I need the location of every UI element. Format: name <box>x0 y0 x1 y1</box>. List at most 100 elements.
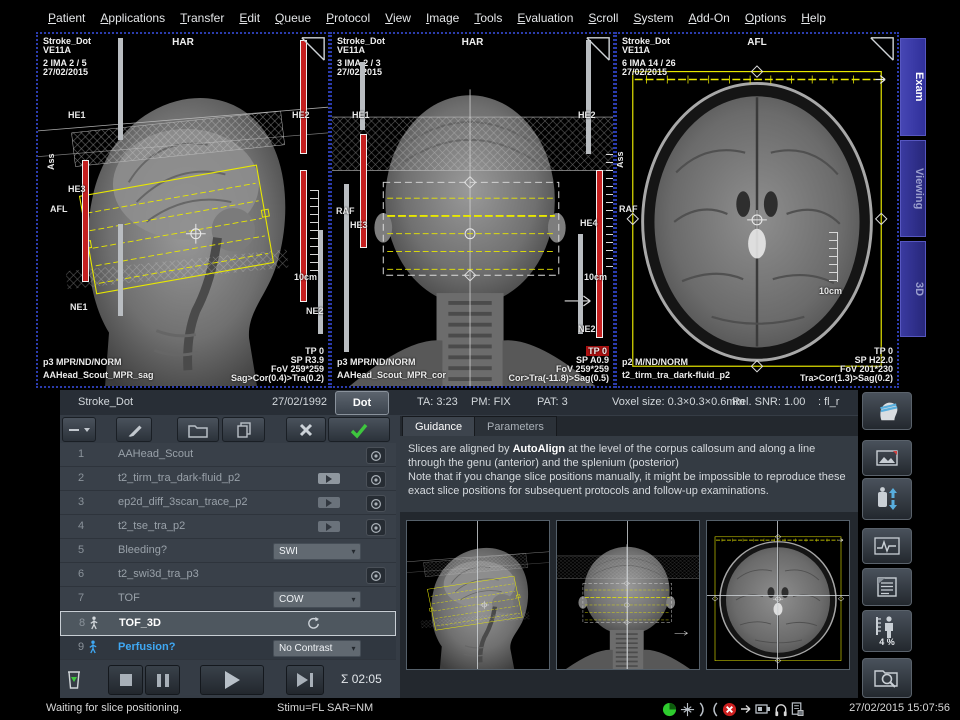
menu-item-protocol[interactable]: Protocol <box>326 11 370 25</box>
menu-item-add-on[interactable]: Add-On <box>688 11 729 25</box>
pause-icon <box>157 674 161 687</box>
head-coil-icon <box>874 398 900 424</box>
geometry-info: TP 0SP H22.0 FoV 201*230Tra>Cor(1.3)>Sag… <box>800 347 893 383</box>
contrast-dropdown[interactable]: SWI▾ <box>273 543 361 560</box>
crosshair-horizontal <box>707 595 849 596</box>
menu-item-system[interactable]: System <box>633 11 673 25</box>
corner-fold-icon[interactable] <box>300 36 326 62</box>
menu-item-options[interactable]: Options <box>745 11 786 25</box>
physio-display-button[interactable] <box>862 528 912 564</box>
protocol-row-5[interactable]: 5Bleeding?SWI▾ <box>60 539 396 563</box>
corner-fold-icon[interactable] <box>585 36 611 62</box>
coil-label-he4: HE4 <box>580 218 598 228</box>
chevron-down-icon: ▾ <box>347 595 360 604</box>
copy-protocol-button[interactable] <box>222 417 265 442</box>
viewport-sagittal[interactable]: Stroke_DotVE11A 2 IMA 2 / 527/02/2015 HA… <box>36 32 330 388</box>
orientation-label: HAR <box>332 37 613 48</box>
guidance-thumbnail-coronal[interactable] <box>556 520 700 670</box>
viewport-coronal[interactable]: Stroke_DotVE11A 3 IMA 2 / 327/02/2015 HA… <box>330 32 615 388</box>
head-coil-button[interactable] <box>862 392 912 430</box>
ear-protection-right-icon <box>710 702 719 717</box>
geometry-info: TP 0SP R3.9 FoV 259*259Sag>Cor(0.4)>Tra(… <box>231 347 324 383</box>
coil-label-ass: Ass <box>615 151 625 168</box>
coil-bar <box>578 234 583 334</box>
queue-split-button[interactable] <box>62 417 96 442</box>
menu-item-scroll[interactable]: Scroll <box>588 11 618 25</box>
protocol-row-7[interactable]: 7TOFCOW▾ <box>60 587 396 611</box>
sar-monitor-button[interactable]: 4 % <box>862 610 912 652</box>
play-button[interactable] <box>200 665 264 695</box>
auto-copy-icon[interactable] <box>366 471 386 488</box>
series-info: p2 M/ND/NORMt2_tirm_tra_dark-fluid_p2 <box>622 356 730 382</box>
edit-protocol-button[interactable] <box>116 417 152 442</box>
patient-reposition-icon <box>874 486 900 512</box>
tab-3d[interactable]: 3D <box>900 241 926 337</box>
coil-bar-active <box>300 170 307 302</box>
browse-protocols-button[interactable] <box>862 658 912 698</box>
coil-label-ass: Ass <box>46 153 56 170</box>
menu-item-edit[interactable]: Edit <box>239 11 260 25</box>
thumb-image-sagittal <box>407 521 549 669</box>
contrast-dropdown[interactable]: No Contrast▾ <box>273 640 361 657</box>
protocol-row-4[interactable]: 4t2_tse_tra_p2 <box>60 515 396 539</box>
progress-spinner-icon <box>306 616 320 633</box>
cancel-button[interactable] <box>286 417 326 442</box>
auto-copy-icon[interactable] <box>366 447 386 464</box>
confirm-button[interactable] <box>328 417 390 442</box>
crosshair-vertical <box>477 521 478 669</box>
auto-copy-icon[interactable] <box>366 519 386 536</box>
protocol-name: t2_tirm_tra_dark-fluid_p2 <box>118 472 240 484</box>
menu-item-view[interactable]: View <box>385 11 411 25</box>
menu-item-image[interactable]: Image <box>426 11 459 25</box>
protocol-row-8[interactable]: 8TOF_3D <box>60 611 396 636</box>
dropdown-value: No Contrast <box>274 643 347 654</box>
corner-fold-icon[interactable] <box>869 36 895 62</box>
guidance-thumbnail-axial[interactable] <box>706 520 850 670</box>
menu-item-applications[interactable]: Applications <box>100 11 165 25</box>
protocol-row-6[interactable]: 6t2_swi3d_tra_p3 <box>60 563 396 587</box>
menu-item-evaluation[interactable]: Evaluation <box>517 11 573 25</box>
coil-label-10cm: 10cm <box>819 286 842 296</box>
status-icons <box>662 700 804 718</box>
geometry-info: TP 0 SP A0.9 FoV 259*259Cor>Tra(-11.8)>S… <box>508 347 609 383</box>
dot-engine-button[interactable]: Dot <box>335 391 389 415</box>
recycle-bin-button[interactable] <box>62 665 86 693</box>
orientation-label: AFL <box>617 37 897 48</box>
menu-item-transfer[interactable]: Transfer <box>180 11 224 25</box>
headset-icon <box>774 702 788 717</box>
open-folder-button[interactable] <box>177 417 219 442</box>
play-icon <box>225 671 240 689</box>
status-message: Waiting for slice positioning. <box>46 702 182 714</box>
tab-parameters[interactable]: Parameters <box>474 416 557 437</box>
protocol-toolbar <box>60 416 396 442</box>
patient-position-button[interactable] <box>862 478 912 520</box>
tab-guidance[interactable]: Guidance <box>402 416 475 437</box>
pause-button[interactable] <box>145 665 180 695</box>
menu-item-queue[interactable]: Queue <box>275 11 311 25</box>
auto-copy-icon[interactable] <box>366 567 386 584</box>
tab-viewing[interactable]: Viewing <box>900 140 926 237</box>
protocol-row-1[interactable]: 1AAHead_Scout <box>60 443 396 467</box>
mri-console-screen: Patient Applications Transfer Edit Queue Prot… <box>0 0 960 720</box>
stop-button[interactable] <box>108 665 143 695</box>
viewport-axial[interactable]: Stroke_DotVE11A 6 IMA 14 / 2627/02/2015 … <box>615 32 899 388</box>
menu-item-tools[interactable]: Tools <box>474 11 502 25</box>
contrast-dropdown[interactable]: COW▾ <box>273 591 361 608</box>
protocol-number: 5 <box>78 544 84 556</box>
search-folder-icon <box>874 666 900 690</box>
menu-item-help[interactable]: Help <box>801 11 826 25</box>
tab-exam[interactable]: Exam <box>900 38 926 136</box>
protocol-document-button[interactable] <box>862 568 912 606</box>
guidance-thumbnail-sagittal[interactable] <box>406 520 550 670</box>
orientation-label: HAR <box>38 37 328 48</box>
skip-button[interactable] <box>286 665 324 695</box>
auto-copy-icon[interactable] <box>366 495 386 512</box>
protocol-row-2[interactable]: 2t2_tirm_tra_dark-fluid_p2 <box>60 467 396 491</box>
protocol-row-9[interactable]: 9Perfusion?No Contrast▾ <box>60 636 396 660</box>
folder-icon <box>188 422 208 438</box>
chevron-down-icon: ▾ <box>347 547 360 556</box>
menu-item-patient[interactable]: Patient <box>48 11 85 25</box>
protocol-row-3[interactable]: 3ep2d_diff_3scan_trace_p2 <box>60 491 396 515</box>
snapshot-button[interactable] <box>862 440 912 476</box>
series-info: p3 MPR/ND/NORMAAHead_Scout_MPR_cor <box>337 356 446 382</box>
